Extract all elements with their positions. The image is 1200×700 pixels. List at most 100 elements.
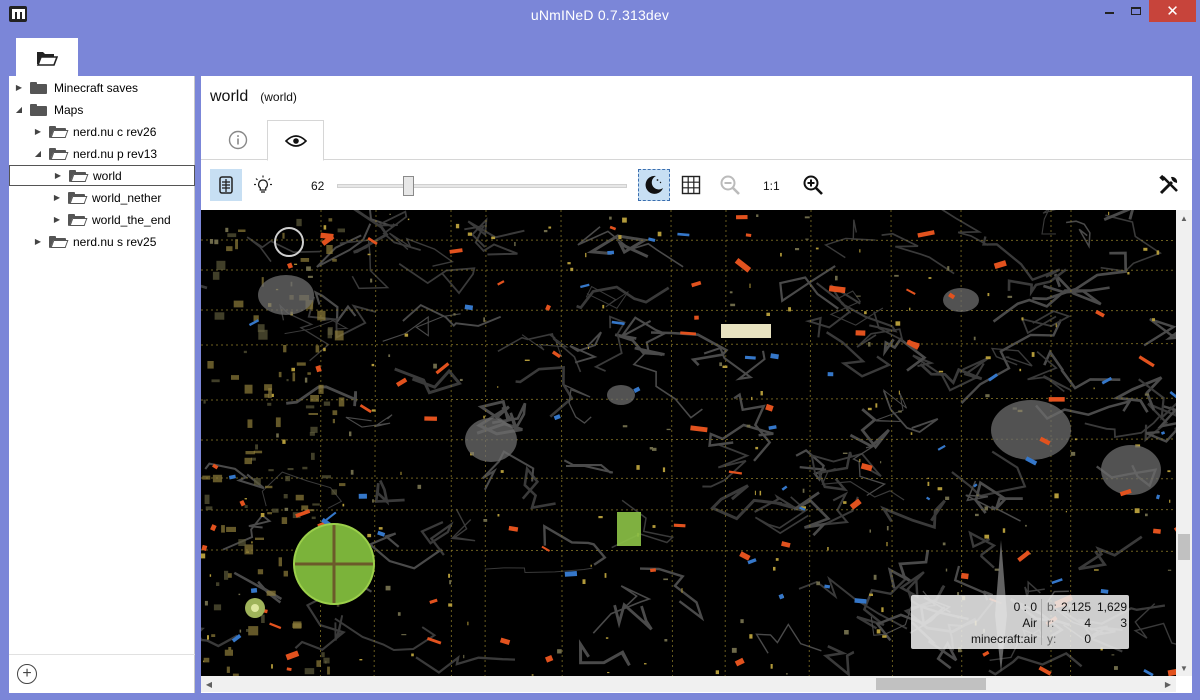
tab-strip (201, 120, 1192, 161)
overlay-line: y: (1047, 632, 1057, 646)
tree-item-world[interactable]: ▶ world (9, 165, 195, 186)
overlay-values-2: 1,629 3 (1097, 599, 1127, 647)
overlay-line: r: (1047, 616, 1055, 630)
overlay-line: 4 (1084, 616, 1091, 630)
window-title: uNmINeD 0.7.313dev (530, 7, 670, 23)
grid-button[interactable] (675, 169, 707, 201)
tree-item-nerd-nu-p-rev13[interactable]: ◢ nerd.nu p rev13 (9, 143, 195, 164)
scroll-right-icon[interactable]: ▶ (1160, 676, 1176, 692)
overlay-line: b: (1047, 600, 1058, 614)
tree-item-world-the-end[interactable]: ▶ world_the_end (9, 209, 195, 230)
info-icon (228, 130, 247, 150)
open-folder-icon (49, 147, 69, 160)
horizontal-scrollbar[interactable]: ◀ ▶ (201, 676, 1176, 692)
tree-item-label: world (93, 168, 122, 183)
open-folder-icon (69, 169, 89, 182)
lightbulb-icon (254, 175, 272, 193)
world-title: world (210, 88, 249, 105)
collapsed-arrow-icon[interactable]: ▶ (53, 171, 63, 181)
expanded-arrow-icon[interactable]: ◢ (33, 149, 43, 159)
content-panel: world (world) 62 1:1 0: 0 Air minecraft… (201, 76, 1192, 693)
tree-divider (9, 654, 195, 655)
tree-item-nerd-nu-c-rev26[interactable]: ▶ nerd.nu c rev26 (9, 121, 195, 142)
overlay-line: 3 (1120, 616, 1127, 630)
eye-icon (284, 134, 307, 147)
plus-icon: + (22, 665, 32, 682)
overlay-line: 0 (1084, 632, 1091, 646)
tree-item-world-nether[interactable]: ▶ world_nether (9, 187, 195, 208)
tree-item-label: nerd.nu s rev25 (73, 234, 157, 249)
folder-icon (30, 103, 48, 116)
tree-item-label: nerd.nu p rev13 (73, 146, 158, 161)
coordinate-overlay: 0 : 0 Air minecraft:air b: r: y: 2,125 4 0 1,6… (911, 595, 1129, 649)
level-slider[interactable] (337, 176, 627, 196)
zoom-out-icon (720, 175, 740, 195)
overlay-line: 2,125 (1060, 600, 1091, 614)
minimize-button[interactable] (1095, 0, 1123, 22)
maximize-icon (1131, 7, 1141, 15)
open-folder-icon (68, 191, 88, 204)
night-mode-button[interactable] (638, 169, 670, 201)
tree-item-label: world_nether (92, 190, 162, 205)
tab-info[interactable] (209, 120, 266, 160)
tools-icon (1159, 174, 1178, 195)
overlay-line (1097, 631, 1127, 647)
ribbon (0, 30, 1200, 77)
expanded-arrow-icon[interactable]: ◢ (14, 105, 24, 115)
zoom-level-label[interactable]: 1:1 (763, 179, 780, 193)
map-toolbar: 62 1:1 (201, 161, 1192, 210)
tree-item-nerd-nu-s-rev25[interactable]: ▶ nerd.nu s rev25 (9, 231, 195, 252)
open-folder-button[interactable] (16, 38, 78, 77)
scroll-left-icon[interactable]: ◀ (201, 676, 217, 692)
collapsed-arrow-icon[interactable]: ▶ (52, 215, 62, 225)
tree-item-label: Maps (54, 102, 84, 117)
map-canvas[interactable]: 0 : 0 Air minecraft:air b: r: y: 2,125 4 0 1,6… (201, 210, 1176, 676)
lighting-button[interactable] (247, 169, 279, 201)
tree-item-label: Minecraft saves (54, 80, 139, 95)
level-value: 62 (311, 179, 325, 193)
scroll-down-icon[interactable]: ▼ (1176, 660, 1192, 676)
collapsed-arrow-icon[interactable]: ▶ (14, 83, 24, 93)
overlay-divider (1041, 599, 1042, 645)
zoom-out-button[interactable] (714, 169, 746, 201)
overlay-values-1: 2,125 4 0 (1061, 599, 1091, 647)
moon-icon (645, 175, 663, 194)
collapsed-arrow-icon[interactable]: ▶ (52, 193, 62, 203)
scroll-up-icon[interactable]: ▲ (1176, 210, 1192, 226)
close-button[interactable]: ✕ (1149, 0, 1196, 22)
tree-item-label: nerd.nu c rev26 (73, 124, 157, 139)
level-slider-thumb[interactable] (403, 176, 414, 196)
overlay-line: 1,629 (1096, 600, 1127, 614)
title-bar: uNmINeD 0.7.313dev ✕ (0, 0, 1200, 30)
world-tree: ▶ Minecraft saves ◢ Maps ▶ nerd.nu c rev26 ◢ ne… (9, 76, 195, 693)
open-folder-icon (49, 235, 69, 248)
overlay-line: 0 : 0 (1013, 600, 1037, 614)
overlay-block-info: 0 : 0 Air minecraft:air (971, 599, 1037, 647)
world-header: world (world) (210, 88, 297, 106)
tree-item-minecraft-saves[interactable]: ▶ Minecraft saves (9, 77, 195, 98)
open-folder-icon (49, 125, 69, 138)
open-folder-icon (68, 213, 88, 226)
grid-icon (681, 175, 701, 195)
close-icon: ✕ (1166, 3, 1179, 20)
underground-mode-button[interactable] (210, 169, 242, 201)
world-subtitle: (world) (260, 90, 297, 104)
tree-item-maps[interactable]: ◢ Maps (9, 99, 195, 120)
collapsed-arrow-icon[interactable]: ▶ (33, 237, 43, 247)
zoom-in-icon (803, 175, 823, 195)
collapsed-arrow-icon[interactable]: ▶ (33, 127, 43, 137)
tab-map-view[interactable] (267, 120, 324, 161)
maximize-button[interactable] (1122, 0, 1150, 22)
overlay-keys: b: r: y: (1047, 599, 1057, 647)
layers-icon (219, 176, 233, 194)
horizontal-scroll-thumb[interactable] (876, 678, 986, 690)
tree-item-label: world_the_end (92, 212, 171, 227)
vertical-scroll-thumb[interactable] (1178, 534, 1190, 560)
open-folder-icon (36, 51, 58, 66)
zoom-in-button[interactable] (797, 169, 829, 201)
vertical-scrollbar[interactable]: ▲ ▼ (1176, 210, 1192, 676)
tools-button[interactable] (1153, 169, 1185, 201)
add-button[interactable]: + (17, 664, 37, 684)
minimize-icon (1104, 12, 1114, 14)
overlay-line: Air (1022, 616, 1037, 630)
